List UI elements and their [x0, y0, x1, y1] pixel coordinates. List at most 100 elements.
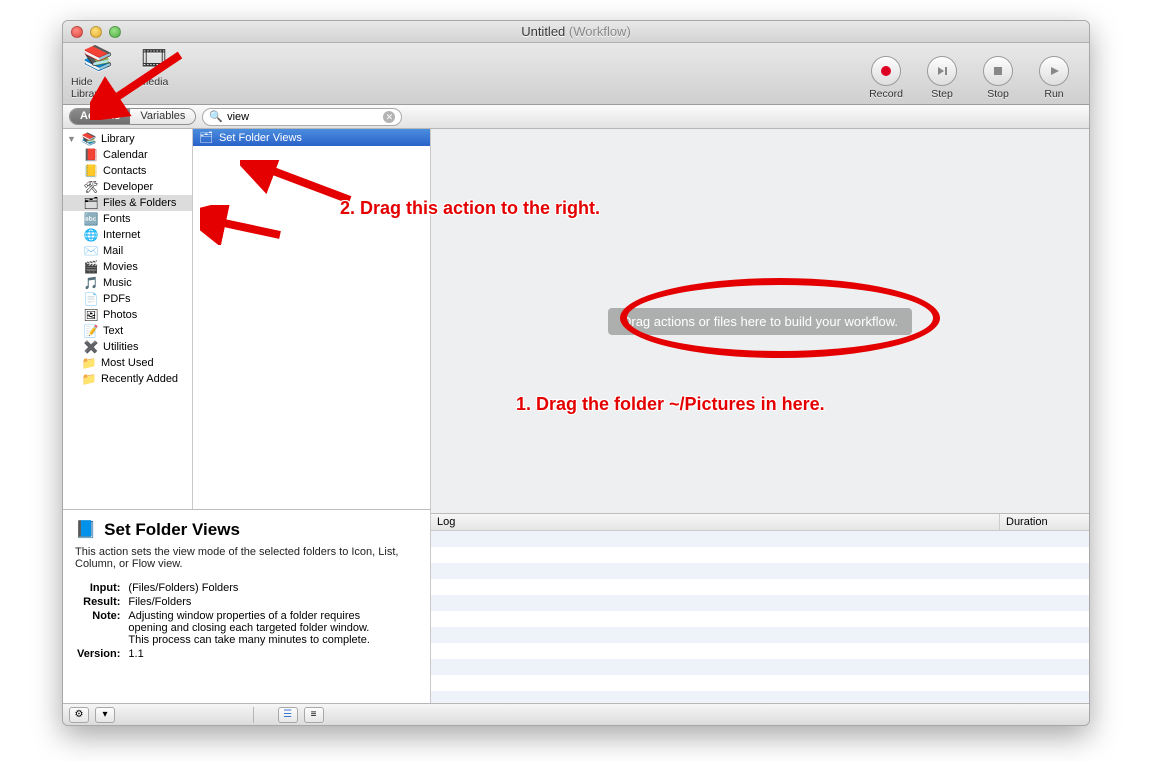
title-text: Untitled: [521, 24, 565, 39]
drop-placeholder: Drag actions or files here to build your…: [608, 308, 912, 335]
library-icon: 📚: [82, 42, 114, 74]
info-title: 📘 Set Folder Views: [75, 520, 418, 540]
tab-variables[interactable]: Variables: [130, 109, 195, 124]
step-button[interactable]: Step: [915, 56, 969, 100]
finder-icon: 📘: [75, 520, 96, 540]
category-icon: 📕: [83, 148, 99, 162]
media-button[interactable]: 🎞 Media: [127, 42, 181, 100]
toggle-info-button[interactable]: ▾: [95, 707, 115, 723]
category-icon: 🎬: [83, 260, 99, 274]
sidebar-smart-item[interactable]: 📁 Most Used: [63, 355, 192, 371]
toolbar: 📚 Hide Library 🎞 Media Record Step: [63, 43, 1089, 105]
info-note-label: Note:: [77, 610, 126, 646]
sidebar-item[interactable]: 🎵Music: [63, 275, 192, 291]
stop-icon: [983, 56, 1013, 86]
info-note-value: Adjusting window properties of a folder …: [128, 610, 378, 646]
info-result-label: Result:: [77, 596, 126, 608]
info-input-label: Input:: [77, 582, 126, 594]
sidebar-item[interactable]: 🖼Photos: [63, 307, 192, 323]
log-view-list-button[interactable]: ☰: [278, 707, 298, 723]
tool-label: Step: [931, 88, 953, 100]
search-icon: 🔍: [209, 110, 223, 123]
sidebar-item[interactable]: 📄 PDFs: [63, 291, 192, 307]
filter-bar: Actions Variables 🔍 ✕: [63, 105, 1089, 129]
clear-search-button[interactable]: ✕: [383, 111, 395, 123]
sidebar-item[interactable]: 📕 Calendar: [63, 147, 192, 163]
category-icon: 📄: [83, 292, 99, 306]
panel-icon: ▾: [102, 709, 107, 720]
sidebar-item-label: Contacts: [103, 165, 146, 177]
sidebar-item[interactable]: 🛠 Developer: [63, 179, 192, 195]
info-version-label: Version:: [77, 648, 126, 660]
sidebar-item-label: Calendar: [103, 149, 148, 161]
sidebar-item[interactable]: ✖️ Utilities: [63, 339, 192, 355]
category-icon: ✉️: [83, 244, 99, 258]
gear-menu-button[interactable]: ⚙: [69, 707, 89, 723]
info-input-value: (Files/Folders) Folders: [128, 582, 378, 594]
info-table: Input: (Files/Folders) Folders Result: F…: [75, 580, 380, 662]
list-icon: ☰: [283, 709, 292, 720]
library-root-icon: 📚: [81, 132, 97, 146]
category-icon: 🎵: [83, 276, 99, 290]
record-icon: [871, 56, 901, 86]
category-icon: ✖️: [83, 340, 99, 354]
smart-folder-icon: 📁: [81, 372, 97, 386]
info-description: This action sets the view mode of the se…: [75, 546, 418, 570]
library-root-label: Library: [101, 133, 135, 145]
smart-folder-icon: 📁: [81, 356, 97, 370]
title-subtitle: (Workflow): [569, 24, 631, 39]
category-icon: 🌐: [83, 228, 99, 242]
sidebar-item[interactable]: 🔤 Fonts: [63, 211, 192, 227]
info-result-value: Files/Folders: [128, 596, 378, 608]
workflow-drop-area[interactable]: Drag actions or files here to build your…: [431, 129, 1089, 513]
category-icon: 🔤: [83, 212, 99, 226]
category-icon: 🗂: [83, 196, 99, 210]
sidebar-item-label: Utilities: [103, 341, 138, 353]
search-field[interactable]: 🔍 ✕: [202, 108, 402, 126]
log-column-header[interactable]: Log: [431, 514, 999, 530]
sidebar-item[interactable]: 🌐 Internet: [63, 227, 192, 243]
sidebar-item[interactable]: 🗂 Files & Folders: [63, 195, 192, 211]
duration-column-header[interactable]: Duration: [999, 514, 1089, 530]
sidebar-item-label: Mail: [103, 245, 123, 257]
sidebar-item[interactable]: 📒Contacts: [63, 163, 192, 179]
sidebar-item[interactable]: 📝 Text: [63, 323, 192, 339]
sidebar-item[interactable]: ✉️ Mail: [63, 243, 192, 259]
category-icon: 📝: [83, 324, 99, 338]
workflow-panel: Drag actions or files here to build your…: [431, 129, 1089, 703]
sidebar-smart-item[interactable]: 📁Recently Added: [63, 371, 192, 387]
action-result-item[interactable]: 🗂Set Folder Views: [193, 129, 430, 146]
tool-label: Record: [869, 88, 903, 100]
tool-label: Hide Library: [71, 76, 125, 100]
sidebar-item-label: Fonts: [103, 213, 131, 225]
sidebar-item[interactable]: 🎬Movies: [63, 259, 192, 275]
sidebar-item-label: PDFs: [103, 293, 131, 305]
action-label: Set Folder Views: [219, 132, 302, 144]
media-icon: 🎞: [138, 42, 170, 74]
library-root[interactable]: ▼ 📚 Library: [63, 131, 192, 147]
log-view-detail-button[interactable]: ≡: [304, 707, 324, 723]
run-icon: [1039, 56, 1069, 86]
tab-actions[interactable]: Actions: [70, 109, 130, 124]
run-button[interactable]: Run: [1027, 56, 1081, 100]
category-icon: 🛠: [83, 180, 99, 194]
tool-label: Media: [140, 76, 169, 88]
titlebar: Untitled (Workflow): [63, 21, 1089, 43]
library-mode-segment: Actions Variables: [69, 108, 196, 125]
gear-icon: ⚙: [75, 709, 84, 720]
sidebar-item-label: Developer: [103, 181, 153, 193]
sidebar-item-label: Files & Folders: [103, 197, 176, 209]
sidebar-item-label: Most Used: [101, 357, 154, 369]
disclosure-triangle-icon[interactable]: ▼: [67, 134, 77, 144]
action-info-panel: 📘 Set Folder Views This action sets the …: [63, 509, 431, 703]
tool-label: Stop: [987, 88, 1009, 100]
sidebar-item-label: Text: [103, 325, 123, 337]
stop-button[interactable]: Stop: [971, 56, 1025, 100]
sidebar-item-label: Internet: [103, 229, 140, 241]
record-button[interactable]: Record: [859, 56, 913, 100]
hide-library-button[interactable]: 📚 Hide Library: [71, 42, 125, 100]
tool-label: Run: [1044, 88, 1063, 100]
status-bar: ⚙ ▾ ☰ ≡: [63, 703, 1089, 725]
sidebar-item-label: Photos: [103, 309, 137, 321]
search-input[interactable]: [227, 111, 379, 123]
